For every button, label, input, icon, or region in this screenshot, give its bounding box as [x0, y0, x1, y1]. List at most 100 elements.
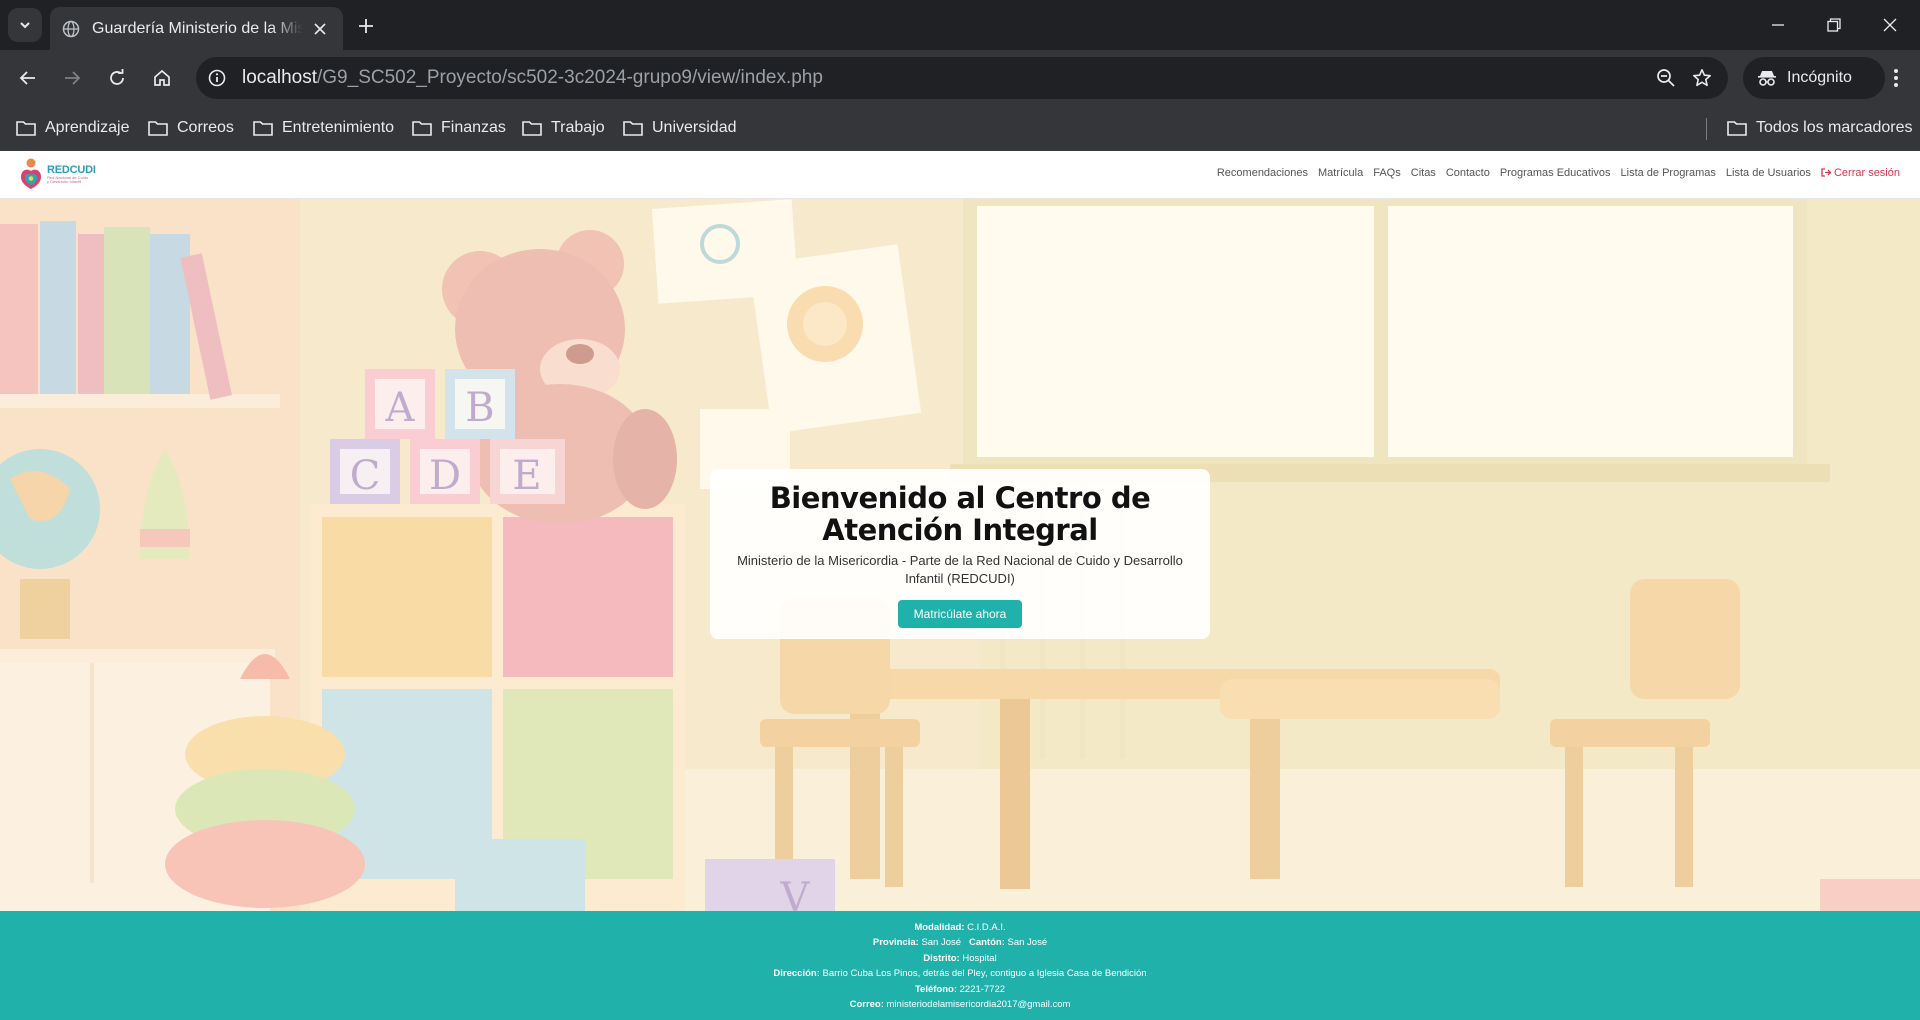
bookmarks-divider [1706, 118, 1707, 140]
zoom-out-icon [1657, 69, 1675, 87]
bookmark-label: Finanzas [441, 119, 506, 136]
logo-text: REDCUDI Red Nacional de Cuido y Desarrol… [47, 164, 96, 184]
url-text[interactable]: localhost/G9_SC502_Proyecto/sc502-3c2024… [242, 67, 1648, 89]
footer-value: Hospital [962, 952, 997, 964]
footer-location: Provincia: San José Cantón: San José [0, 935, 1920, 950]
home-icon [154, 69, 170, 86]
footer-label: Distrito: [923, 952, 960, 964]
footer-direccion: Dirección: Barrio Cuba Los Pinos, detrás… [0, 966, 1920, 981]
url-host: localhost [242, 67, 317, 88]
nav-link-lista-usuarios[interactable]: Lista de Usuarios [1726, 167, 1811, 179]
reload-icon [110, 69, 124, 85]
enroll-now-button[interactable]: Matricúlate ahora [897, 600, 1023, 628]
footer-value: San José [1007, 937, 1048, 949]
footer-value: Barrio Cuba Los Pinos, detrás del Pley, … [822, 968, 1147, 980]
footer-label: Dirección: [773, 968, 820, 980]
restore-button[interactable] [1806, 0, 1862, 50]
bookmark-folder-finanzas[interactable]: Finanzas [412, 114, 506, 142]
reload-button[interactable] [99, 60, 135, 96]
folder-icon [412, 121, 432, 136]
browser-toolbar: localhost/G9_SC502_Proyecto/sc502-3c2024… [0, 50, 1920, 106]
star-icon [1693, 69, 1711, 87]
arrow-right-icon [65, 71, 81, 85]
footer-value[interactable]: ministeriodelamisericordia2017@gmail.com [887, 999, 1071, 1010]
footer-label: Provincia: [872, 937, 919, 949]
url-path: /G9_SC502_Proyecto/sc502-3c2024-grupo9/v… [317, 67, 823, 88]
nav-link-programas-educativos[interactable]: Programas Educativos [1500, 167, 1611, 179]
tab-strip: Guardería Ministerio de la Misericordia [0, 0, 1920, 50]
bookmark-label: Aprendizaje [45, 119, 130, 136]
chevron-down-icon [20, 22, 30, 29]
bookmark-label: Trabajo [551, 119, 605, 136]
forward-button[interactable] [54, 60, 90, 96]
bookmark-folder-correos[interactable]: Correos [148, 114, 234, 142]
active-tab[interactable]: Guardería Ministerio de la Misericordia [50, 7, 343, 50]
info-icon [208, 69, 226, 87]
bookmark-label: Entretenimiento [282, 119, 395, 136]
incognito-label: Incógnito [1787, 69, 1852, 86]
welcome-card: Bienvenido al Centro de Atención Integra… [710, 469, 1210, 639]
nav-link-recomendaciones[interactable]: Recomendaciones [1217, 167, 1308, 179]
bookmarks-bar: Aprendizaje Correos Entretenimiento Fina… [0, 106, 1920, 151]
hero-section: A B C D E V Bienvenido al Centro de Aten… [0, 199, 1920, 911]
footer-value: C.I.D.A.I. [967, 922, 1006, 933]
footer-distrito: Distrito: Hospital [0, 951, 1920, 966]
bookmark-folder-universidad[interactable]: Universidad [623, 114, 736, 142]
nav-link-faqs[interactable]: FAQs [1373, 167, 1401, 179]
plus-icon [359, 19, 373, 33]
nav-link-citas[interactable]: Citas [1411, 167, 1436, 179]
site-info-button[interactable] [202, 63, 232, 93]
more-vertical-icon [1894, 69, 1898, 87]
bookmark-folder-trabajo[interactable]: Trabajo [522, 114, 605, 142]
globe-icon [62, 20, 80, 38]
browser-menu-button[interactable] [1878, 60, 1914, 96]
site-footer: Modalidad: C.I.D.A.I. Provincia: San Jos… [0, 911, 1920, 1020]
footer-label: Cantón: [968, 937, 1005, 949]
site-navbar: REDCUDI Red Nacional de Cuido y Desarrol… [0, 151, 1920, 199]
hero-title: Bienvenido al Centro de Atención Integra… [769, 481, 1151, 547]
nav-link-matricula[interactable]: Matrícula [1318, 167, 1363, 179]
close-tab-icon[interactable] [309, 18, 331, 40]
restore-icon [1827, 18, 1841, 32]
footer-telefono: Teléfono: 2221-7722 [0, 982, 1920, 997]
all-bookmarks-button[interactable]: Todos los marcadores [1727, 114, 1913, 142]
logout-link[interactable]: Cerrar sesión [1821, 167, 1900, 179]
tab-search-button[interactable] [8, 8, 42, 42]
close-icon [1883, 18, 1897, 32]
hero-subtitle: Ministerio de la Misericordia - Parte de… [737, 553, 1183, 586]
footer-label: Correo: [849, 999, 884, 1011]
bookmark-star-button[interactable] [1684, 60, 1720, 96]
logout-icon [1821, 168, 1832, 177]
web-page: REDCUDI Red Nacional de Cuido y Desarrol… [0, 151, 1920, 1020]
folder-icon [16, 121, 36, 136]
footer-value: San José [921, 937, 962, 949]
folder-icon [148, 121, 168, 136]
footer-correo: Correo: ministeriodelamisericordia2017@g… [0, 997, 1920, 1012]
logo-subtitle: Red Nacional de Cuido y Desarrollo Infan… [47, 175, 89, 184]
incognito-profile-button[interactable]: Incógnito [1743, 57, 1885, 99]
home-button[interactable] [144, 60, 180, 96]
bookmark-label: Correos [177, 119, 234, 136]
bookmark-folder-entretenimiento[interactable]: Entretenimiento [253, 114, 394, 142]
footer-modalidad: Modalidad: C.I.D.A.I. [0, 920, 1920, 935]
address-bar[interactable]: localhost/G9_SC502_Proyecto/sc502-3c2024… [196, 57, 1728, 99]
new-tab-button[interactable] [352, 12, 380, 40]
minimize-button[interactable] [1750, 0, 1806, 50]
all-bookmarks-label: Todos los marcadores [1756, 119, 1913, 136]
close-window-button[interactable] [1862, 0, 1918, 50]
nav-link-lista-programas[interactable]: Lista de Programas [1621, 167, 1716, 179]
folder-icon [253, 121, 273, 136]
bookmark-label: Universidad [652, 119, 737, 136]
bookmark-folder-aprendizaje[interactable]: Aprendizaje [16, 114, 130, 142]
site-menu: Recomendaciones Matrícula FAQs Citas Con… [1217, 167, 1900, 179]
logout-label: Cerrar sesión [1833, 167, 1900, 179]
footer-value: 2221-7722 [959, 983, 1006, 995]
footer-label: Teléfono: [914, 983, 957, 995]
back-button[interactable] [10, 60, 46, 96]
folder-icon [522, 121, 542, 136]
zoom-button[interactable] [1648, 60, 1684, 96]
minimize-icon [1772, 24, 1784, 26]
nav-link-contacto[interactable]: Contacto [1446, 167, 1490, 179]
site-logo[interactable]: REDCUDI Red Nacional de Cuido y Desarrol… [18, 157, 96, 191]
tab-title: Guardería Ministerio de la Misericordia [92, 19, 303, 37]
